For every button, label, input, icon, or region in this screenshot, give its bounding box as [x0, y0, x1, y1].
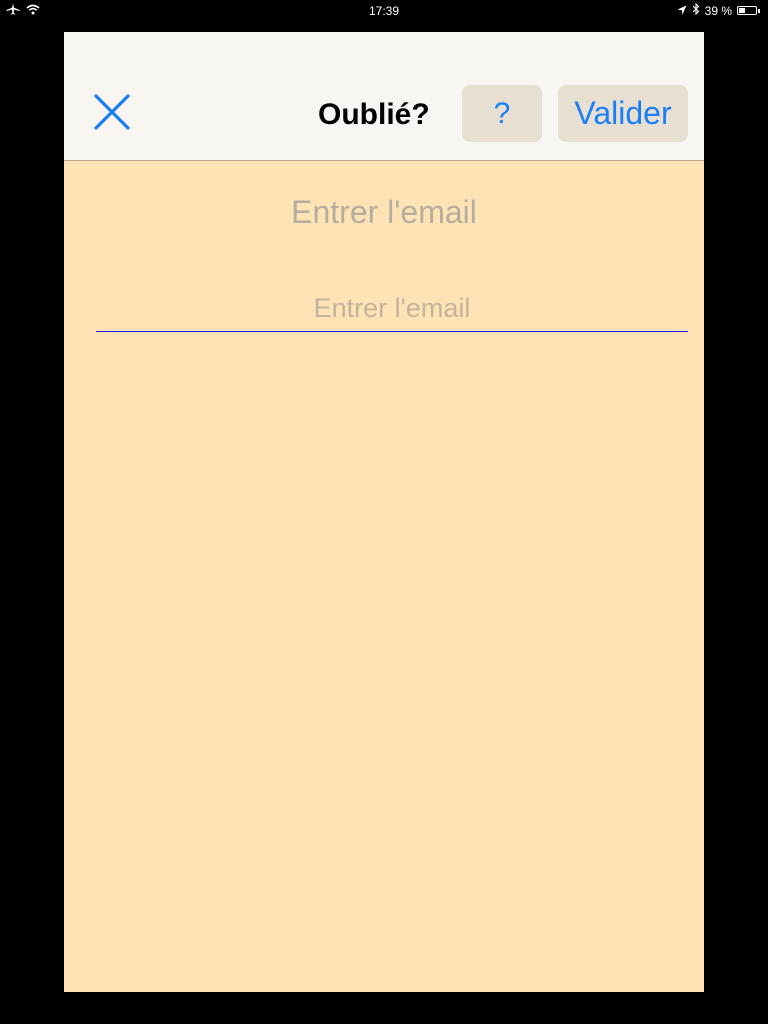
- page-title: Oublié?: [318, 98, 430, 131]
- navigation-bar: Oublié? ? Valider: [64, 32, 704, 161]
- status-time: 17:39: [368, 4, 400, 18]
- help-button[interactable]: ?: [462, 85, 542, 142]
- close-icon: [94, 94, 130, 130]
- location-arrow-icon: [677, 4, 687, 18]
- forgot-password-modal: Oublié? ? Valider Entrer l'email: [64, 32, 704, 992]
- bluetooth-icon: [692, 2, 700, 18]
- battery-tip: [758, 8, 760, 13]
- submit-button[interactable]: Valider: [558, 85, 688, 142]
- status-right: 39 %: [677, 2, 760, 18]
- battery-fill: [739, 8, 746, 13]
- email-label: Entrer l'email: [291, 194, 477, 230]
- close-button[interactable]: [92, 92, 132, 132]
- battery-icon: [737, 6, 757, 15]
- battery-percent: 39 %: [704, 3, 732, 18]
- status-bar: 17:39 39 %: [0, 0, 768, 22]
- email-input[interactable]: [96, 286, 688, 332]
